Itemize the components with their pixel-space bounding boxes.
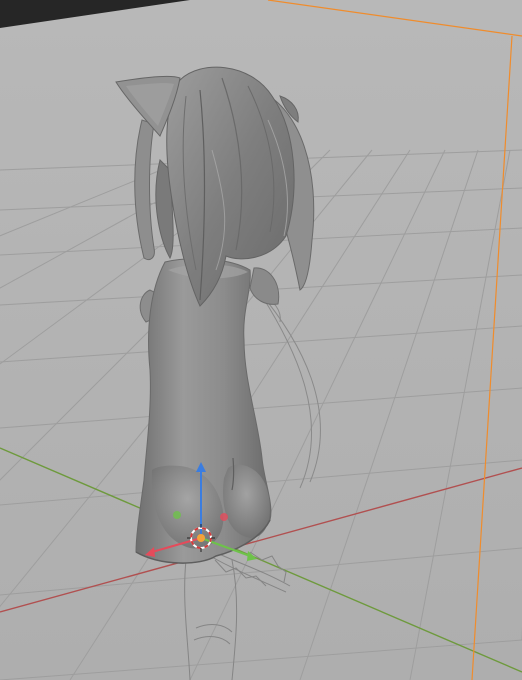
viewport-canvas[interactable] bbox=[0, 0, 522, 680]
gizmo-plane-handle[interactable] bbox=[220, 513, 228, 521]
lower-body-wireframe[interactable] bbox=[184, 547, 291, 680]
camera-frame[interactable] bbox=[267, 0, 522, 680]
top-editor-strip[interactable] bbox=[0, 0, 190, 28]
gizmo-plane-handle[interactable] bbox=[173, 511, 181, 519]
character-body[interactable] bbox=[135, 258, 280, 564]
back-ribbon-wireframe[interactable] bbox=[257, 289, 321, 489]
3d-viewport[interactable] bbox=[0, 0, 522, 680]
